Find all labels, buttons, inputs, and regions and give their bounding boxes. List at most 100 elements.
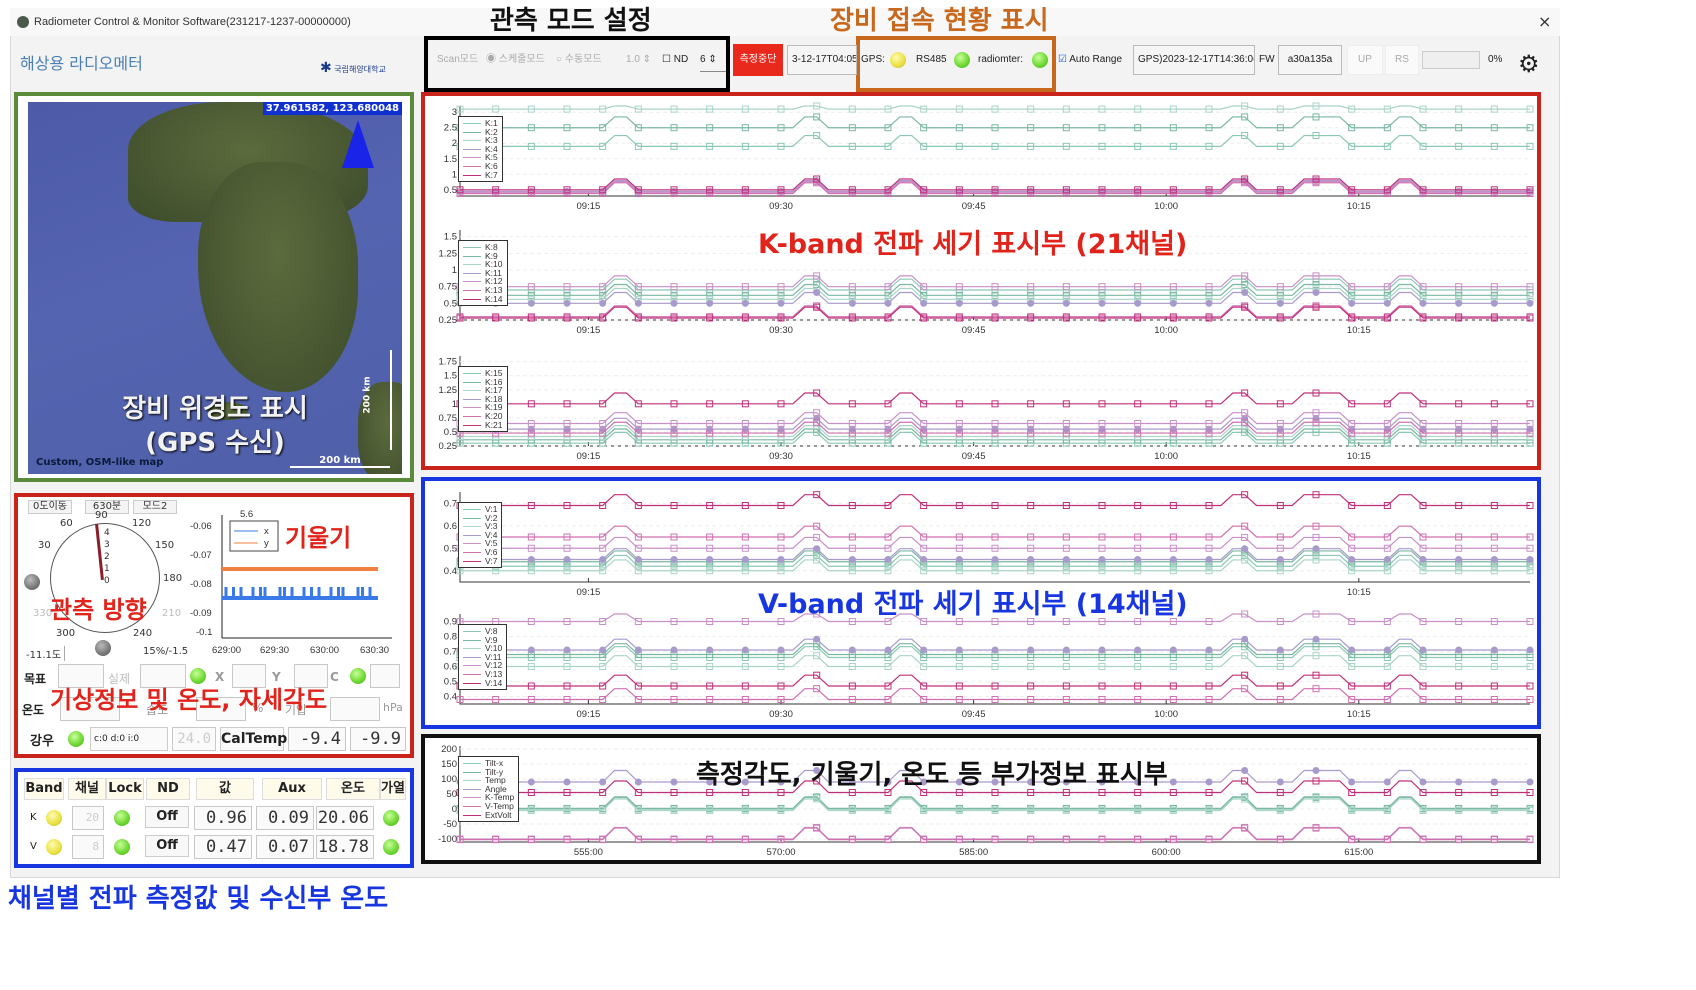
series-line-k-temp	[460, 826, 1530, 840]
checkbox-checked-icon: ☑	[1058, 54, 1067, 65]
tilt-ytick: -0.1	[196, 627, 212, 638]
tilt-ytick: -0.06	[190, 521, 212, 532]
gauge-tick-210: 210	[162, 608, 182, 619]
annotation-channel: 채널별 전파 측정값 및 수신부 온도	[8, 884, 389, 914]
temp-label: 온도	[22, 703, 45, 717]
annotation-direction: 관측 방향	[50, 596, 147, 624]
annotation-map: 장비 위경도 표시 (GPS 수신)	[100, 392, 330, 460]
move-zero-button[interactable]: 0도이동	[28, 500, 72, 514]
gauge-tick-240: 240	[133, 628, 153, 639]
y-tick-label: 1	[452, 169, 457, 180]
series-line-k-2	[460, 116, 1530, 129]
tilt-ytick: -0.09	[190, 608, 212, 619]
gauge-knob-bottom[interactable]	[95, 640, 111, 656]
series-marker	[848, 646, 856, 654]
series-marker	[1276, 556, 1284, 563]
y-tick-label: 1.25	[439, 248, 458, 259]
series-marker	[527, 646, 535, 654]
y-tick-label: 0.75	[439, 413, 458, 424]
series-marker	[1490, 778, 1498, 786]
nd-checkbox[interactable]: ☐ ND	[662, 48, 688, 72]
rain-value-field: 24.0	[172, 727, 216, 751]
y-tick-label: 100	[441, 774, 457, 785]
series-marker	[1062, 646, 1070, 654]
series-marker	[1205, 556, 1213, 563]
series-marker	[670, 778, 678, 786]
progress-bar	[1422, 51, 1480, 69]
y-tick-label: 0.5	[444, 185, 457, 196]
series-marker	[884, 556, 892, 563]
y-tick-label: 0	[452, 804, 457, 815]
auto-range-checkbox[interactable]: ☑ Auto Range	[1058, 48, 1122, 72]
channel-spinner[interactable]: 20	[72, 806, 104, 830]
aux-field: 0.07	[256, 835, 314, 859]
y-tick-label: 0.4	[444, 692, 457, 703]
vertical-scale-label: 200 km	[362, 376, 373, 414]
x-tick-label: 09:15	[577, 451, 601, 462]
pressure-unit: hPa	[383, 701, 403, 714]
auto-range-label: Auto Range	[1069, 54, 1123, 65]
gauge-tick-300: 300	[56, 628, 76, 639]
band-status-led	[46, 839, 62, 855]
series-marker	[1526, 556, 1534, 563]
gauge-tick-90: 90	[95, 510, 108, 521]
x-tick-label: 10:00	[1154, 709, 1178, 720]
annotation-weather: 기상정보 및 온도, 자세각도	[50, 686, 328, 714]
up-button[interactable]: UP	[1347, 45, 1383, 75]
nd-count-spinner[interactable]: 6 ⇕	[700, 48, 726, 72]
y-tick-label: 0.6	[444, 521, 457, 532]
inner-scale-3: 3	[104, 540, 110, 550]
rs485-label: RS485	[916, 54, 947, 65]
time-field[interactable]: 3-12-17T04:05	[787, 45, 857, 75]
series-line-v-7	[460, 494, 1530, 507]
chart-legend: Tilt-x Tilt-y Temp Angle K-Temp V-Temp ExtVolt	[458, 756, 520, 823]
series-marker	[920, 556, 928, 563]
band-label: V	[30, 841, 37, 852]
series-marker	[1241, 766, 1249, 774]
tilt-ytick: -0.07	[190, 550, 212, 561]
close-icon[interactable]: ×	[1538, 12, 1551, 31]
gear-icon[interactable]: ⚙	[1518, 50, 1540, 78]
y-tick-label: 0.5	[444, 677, 457, 688]
stop-measurement-button[interactable]: 측정중단	[733, 44, 783, 76]
value-field: 0.96	[194, 806, 252, 830]
rs-button[interactable]: RS	[1385, 45, 1419, 75]
series-marker	[1098, 556, 1106, 563]
aux-field: 0.09	[256, 806, 314, 830]
c-label: C	[330, 670, 339, 684]
x-tick-label: 10:15	[1347, 325, 1371, 336]
manual-mode-radio[interactable]: ○ 수동모드	[556, 48, 602, 72]
series-marker	[1419, 556, 1427, 563]
channel-spinner[interactable]: 8	[72, 835, 104, 859]
tilt-xtick: 629:30	[260, 645, 289, 656]
header-lock: Lock	[106, 778, 144, 800]
gps-time-field[interactable]: GPS)2023-12-17T14:36:0(	[1133, 45, 1255, 75]
x-tick-label: 10:00	[1154, 325, 1178, 336]
series-marker	[1526, 778, 1534, 786]
annotation-map-line2: (GPS 수신)	[145, 428, 285, 458]
series-marker	[634, 646, 642, 654]
series-line-k-21	[460, 392, 1530, 405]
x-tick-label: 570:00	[766, 847, 795, 858]
series-line-v-5	[460, 536, 1530, 549]
pressure-field	[330, 697, 380, 721]
nd-toggle-button[interactable]: Off	[145, 806, 189, 828]
map-land-peninsula	[198, 162, 358, 392]
series-marker	[884, 646, 892, 654]
heater-led	[383, 810, 399, 826]
mode-button[interactable]: 모드2	[133, 500, 177, 514]
nd-label: ND	[673, 54, 689, 65]
series-marker	[813, 289, 821, 297]
series-marker	[1383, 646, 1391, 654]
line-chart-1: 0.5 1 1.5 2 2.5 3 09:15 09:30 09:45 10:00 10:15	[444, 102, 1534, 212]
rs485-status-led	[954, 52, 970, 68]
series-marker	[1134, 556, 1142, 563]
y-tick-label: 1.75	[439, 357, 458, 368]
step-spinner[interactable]: 1.0 ⇕	[626, 48, 651, 72]
nd-toggle-button[interactable]: Off	[145, 835, 189, 857]
series-marker	[1169, 778, 1177, 786]
gauge-knob-left[interactable]	[24, 574, 40, 590]
y-tick-label: 1.5	[444, 232, 457, 243]
y-tick-label: -100	[438, 834, 457, 845]
schedule-mode-radio[interactable]: ◉ 스케줄모드	[486, 48, 545, 72]
